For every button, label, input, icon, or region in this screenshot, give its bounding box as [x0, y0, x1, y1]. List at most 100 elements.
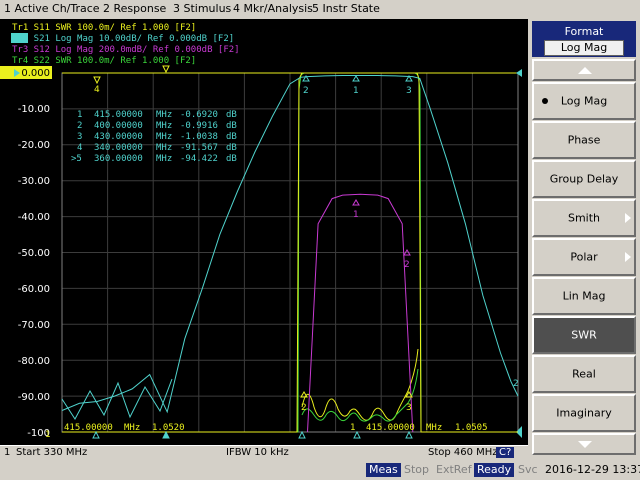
marker-s12-1-label: 1 [353, 210, 359, 220]
trace-label-tr1[interactable]: Tr1 S11 SWR 100.0m/ Ref 1.000 [F2] [12, 23, 196, 33]
stimulus-markers [92, 430, 413, 439]
marker-row-5-freq: 360.00000 [94, 154, 143, 164]
marker-row-3-freq: 430.00000 [94, 132, 143, 142]
softkey-lin-mag-label: Lin Mag [562, 289, 606, 303]
instrument-status-bar: Meas Stop ExtRef Ready Svc 2016-12-29 13… [0, 461, 640, 480]
softkey-header-value: Log Mag [544, 40, 624, 56]
status-ready: Ready [474, 463, 515, 477]
marker-row-5-val: -94.422 [180, 154, 218, 164]
submenu-arrow-icon [625, 252, 631, 262]
y-tick-8: -80.00 [18, 356, 50, 367]
status-extref: ExtRef [436, 463, 472, 476]
bottom-right-marker-freq: 415.00000 [366, 423, 415, 433]
marker-4-label: 4 [94, 85, 100, 95]
softkey-smith-label: Smith [567, 211, 601, 225]
softkey-header: Format Log Mag [532, 21, 636, 57]
y-tick-0: 0.000 [21, 68, 50, 79]
menu-stimulus[interactable]: 3 Stimulus [173, 2, 231, 15]
y-tick-5: -50.00 [18, 248, 50, 259]
marker-row-1-val: -0.6920 [180, 110, 218, 120]
softkey-imaginary[interactable]: Imaginary [532, 394, 636, 432]
softkey-scroll-down-button[interactable] [532, 433, 636, 455]
softkey-header-title: Format [564, 25, 604, 38]
status-stop: Stop [404, 463, 430, 476]
y-axis-tick-labels: 0.000 -10.00 -20.00 -30.00 -40.00 -50.00… [0, 66, 52, 439]
softkey-swr-label: SWR [571, 328, 597, 342]
marker-row-5-n: >5 [71, 154, 82, 164]
bottom-right-marker-unit: MHz [426, 423, 442, 433]
y-tick-1: -10.00 [18, 104, 50, 115]
softkey-polar[interactable]: Polar [532, 238, 636, 276]
marker-row-4-unit: MHz [156, 143, 172, 153]
marker-row-2-n: 2 [77, 121, 82, 131]
marker-3-label: 3 [406, 86, 412, 96]
marker-table: 1 415.00000 MHz -0.6920 dB 2 400.00000 M… [71, 110, 237, 164]
marker-4-icon[interactable] [93, 76, 101, 85]
chevron-down-icon [578, 441, 592, 448]
marker-row-2-unit: MHz [156, 121, 172, 131]
softkey-smith[interactable]: Smith [532, 199, 636, 237]
marker-row-1-unit: MHz [156, 110, 172, 120]
chevron-up-icon [578, 67, 592, 74]
marker-row-4-val: -91.567 [180, 143, 218, 153]
softkey-real[interactable]: Real [532, 355, 636, 393]
marker-5-icon[interactable] [162, 65, 170, 74]
softkey-group-delay[interactable]: Group Delay [532, 160, 636, 198]
softkey-log-mag-label: Log Mag [560, 94, 608, 108]
y-tick-3: -30.00 [18, 176, 50, 187]
y-tick-6: -60.00 [18, 284, 50, 295]
softkey-phase-label: Phase [567, 133, 601, 147]
softkey-log-mag[interactable]: Log Mag [532, 82, 636, 120]
trace-end-marker-2: 2 [513, 379, 519, 389]
marker-row-4-vu: dB [226, 143, 237, 153]
marker-row-2-freq: 400.00000 [94, 121, 143, 131]
softkey-swr[interactable]: SWR [532, 316, 636, 354]
softkey-panel: Format Log Mag Log Mag Phase Group Delay… [528, 19, 640, 455]
ref-position-right-icon [516, 69, 522, 77]
y-tick-4: -40.00 [18, 212, 50, 223]
marker-row-2-val: -0.9916 [180, 121, 218, 131]
channel-status-bar: 1 Start 330 MHz IFBW 10 kHz Stop 460 MHz… [0, 445, 528, 461]
marker-row-4-n: 4 [77, 143, 82, 153]
status-datetime: 2016-12-29 13:37 [545, 463, 640, 476]
menu-response[interactable]: 2 Response [103, 2, 166, 15]
submenu-arrow-icon [625, 213, 631, 223]
measurement-graph[interactable]: Tr1 S11 SWR 100.0m/ Ref 1.000 [F2] Tr2 S… [0, 19, 528, 445]
marker-1-label: 1 [353, 86, 359, 96]
bottom-left-marker-unit: MHz [124, 423, 140, 433]
trace-label-tr2[interactable]: Tr2 S21 Log Mag 10.00dB/ Ref 0.000dB [F2… [12, 34, 234, 44]
softkey-lin-mag[interactable]: Lin Mag [532, 277, 636, 315]
menu-bar: 1 Active Ch/Trace 2 Response 3 Stimulus … [0, 0, 640, 20]
marker-s12-1-icon[interactable] [352, 199, 360, 206]
menu-mkr-analysis[interactable]: 4 Mkr/Analysis [233, 2, 313, 15]
marker-row-1-vu: dB [226, 110, 237, 120]
ifbw[interactable]: IFBW 10 kHz [226, 447, 289, 458]
marker-row-1-freq: 415.00000 [94, 110, 143, 120]
bottom-left-marker-freq: 415.00000 [64, 423, 113, 433]
trace-label-tr4[interactable]: Tr4 S22 SWR 100.0m/ Ref 1.000 [F2] [12, 56, 196, 66]
trace-s11-ripple [301, 348, 419, 421]
softkey-imaginary-label: Imaginary [556, 406, 612, 420]
marker-1-icon[interactable] [352, 75, 360, 82]
bottom-reference-marker: 1 [45, 430, 51, 440]
marker-row-4-freq: 340.00000 [94, 143, 143, 153]
y-tick-7: -70.00 [18, 320, 50, 331]
stop-frequency[interactable]: Stop 460 MHz [428, 447, 498, 458]
marker-row-1-n: 1 [77, 110, 82, 120]
trace-s22-ripple [301, 368, 419, 422]
trace-label-tr3[interactable]: Tr3 S12 Log Mag 200.0mdB/ Ref 0.000dB [F… [12, 45, 240, 55]
menu-instr-state[interactable]: 5 Instr State [312, 2, 380, 15]
start-frequency[interactable]: Start 330 MHz [16, 447, 87, 458]
marker-2-label: 2 [303, 86, 309, 96]
stim-marker-c-icon [298, 430, 306, 439]
marker-row-3-vu: dB [226, 132, 237, 142]
marker-row-5-unit: MHz [156, 154, 172, 164]
menu-active-ch-trace[interactable]: 1 Active Ch/Trace [4, 2, 100, 15]
softkey-scroll-up-button[interactable] [532, 59, 636, 81]
bottom-left-marker-val: 1.0520 [152, 423, 185, 433]
softkey-polar-label: Polar [570, 250, 598, 264]
softkey-phase[interactable]: Phase [532, 121, 636, 159]
bottom-right-marker-val: 1.0505 [455, 423, 488, 433]
softkey-group-delay-label: Group Delay [549, 172, 619, 186]
softkey-real-label: Real [572, 367, 596, 381]
